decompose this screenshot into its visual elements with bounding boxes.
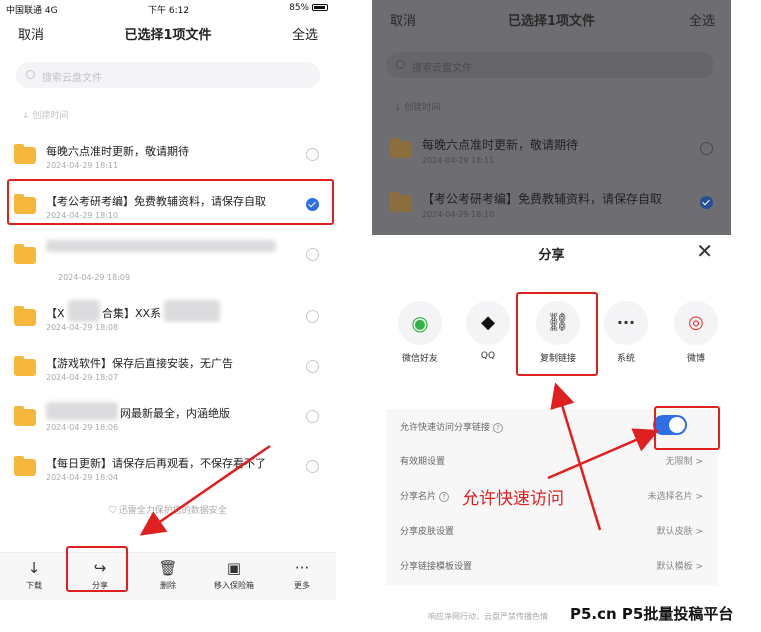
screenshot-composite: 中国联通 4G 下午 6:12 85% 取消 已选择1项文件 全选 搜索云盘文件… (0, 0, 761, 632)
annotation-arrows (139, 382, 660, 536)
annotation-text: 允许快速访问 (462, 489, 564, 509)
arrow-to-share (139, 444, 271, 536)
watermark: P5.cn P5批量投稿平台 (570, 605, 734, 623)
arrow-to-copy-link (550, 382, 602, 531)
arrow-to-toggle (547, 428, 660, 480)
